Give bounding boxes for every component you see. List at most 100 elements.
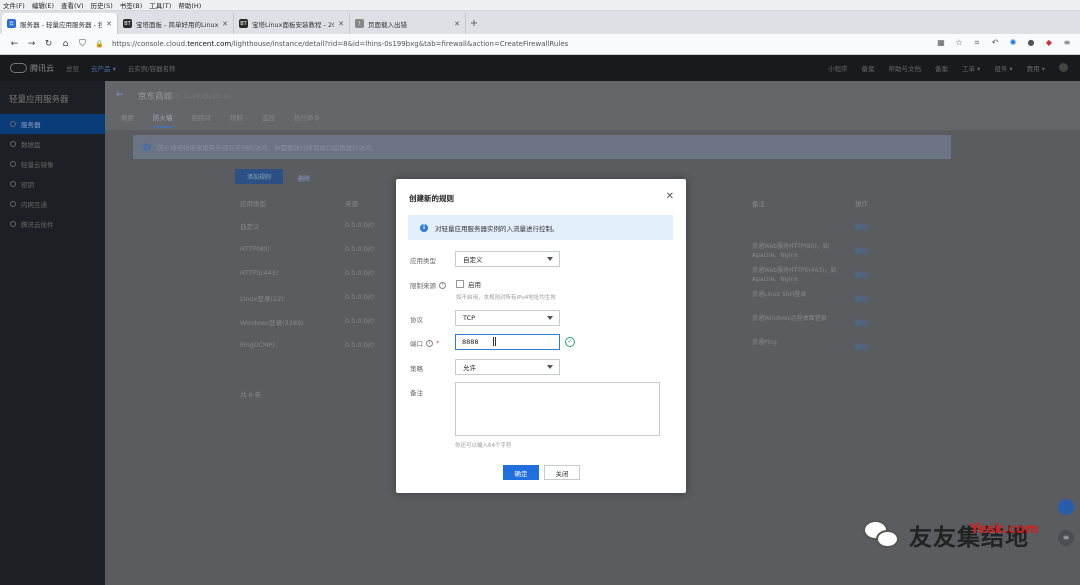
extension-icon[interactable]: ✺ [1008,38,1018,49]
table-row-note: 放通Ping [752,339,777,346]
table-header-cell: 应用类型 [240,200,266,208]
table-row-delete-link[interactable]: 删除 [855,245,868,255]
subtab[interactable]: 概要 [121,112,134,128]
topnav-right-item[interactable]: 备案 [861,63,874,73]
table-row-type: HTTP(80) [240,245,270,253]
delete-rule-button[interactable]: 删除 [298,174,310,183]
help-icon[interactable]: ? [426,339,433,347]
topnav-search[interactable]: 云实例/容器名称 [128,63,176,73]
source-hint: 如不启用，本规则对所有IPv4地址均生效 [456,295,556,301]
browser-tab[interactable]: BT 宝塔面板 - 简单好用的Linux/W ✕ [118,13,234,34]
sidebar-item-label: 密钥 [21,181,34,189]
sidebar-item-label: 数据盘 [21,141,41,149]
table-row-type: Windows登录(3389) [240,319,304,327]
crop-icon[interactable]: ⌗ [972,38,982,49]
cloud-icon [10,63,27,73]
close-icon[interactable]: ✕ [666,191,674,202]
table-header-cell: 操作 [855,200,868,208]
menu-item[interactable]: 工具(T) [149,0,171,10]
topnav-overview[interactable]: 总览 [66,63,79,73]
sidebar-item-icon [10,141,16,147]
browser-tab[interactable]: BT 宝塔Linux面板安装教程 - 2021 ✕ [234,13,350,34]
table-row-delete-link[interactable]: 删除 [855,317,868,327]
sidebar-item[interactable]: 腾讯云插件 [0,214,105,234]
star-icon[interactable]: ☆ [954,38,964,49]
enable-source-checkbox[interactable]: 启用 [456,279,481,289]
subtab[interactable]: 监控 [262,112,275,128]
sidebar-item[interactable]: 密钥 [0,174,105,194]
note-label: 备注 [410,389,423,397]
subtab[interactable]: 快照 [230,112,243,128]
sidebar-item[interactable]: 服务器 [0,114,105,134]
sidebar-title: 轻量应用服务器 [9,95,69,105]
topnav-right-item[interactable]: 备案 [935,63,948,73]
app-type-select[interactable]: 自定义 [455,251,560,267]
forward-icon[interactable]: → [23,39,40,49]
account-icon[interactable]: ● [1026,38,1036,49]
port-label: 端口? * [410,339,440,348]
menu-item[interactable]: 文件(F) [3,0,25,10]
subtab[interactable]: 防火墙 [153,112,173,128]
table-row-delete-link[interactable]: 删除 [855,341,868,351]
browser-tab[interactable]: 云服务器 - 轻量应用服务器 - 控制 ✕ [2,13,118,34]
new-tab-icon[interactable]: + [466,13,482,34]
menu-icon[interactable]: ≡ [1062,38,1072,49]
close-tab-icon[interactable]: ✕ [454,20,460,28]
back-icon[interactable]: ← [6,39,23,49]
back-arrow-icon[interactable]: ← [116,90,124,100]
add-rule-button[interactable]: 添加规则 [235,169,283,184]
menu-item[interactable]: 查看(V) [61,0,84,10]
app-type-label: 应用类型 [410,257,436,265]
topnav-right-item[interactable]: 帮助与文档 [888,63,921,73]
dialog-title: 创建新的规则 [409,194,454,203]
tab-title: 宝塔Linux面板安装教程 - 2021 [252,20,334,29]
topnav-right-item[interactable]: 工单 ▾ [962,63,980,73]
checkbox-box[interactable] [456,280,464,288]
sidebar-item[interactable]: 轻量云镜像 [0,154,105,174]
sidebar-item-icon [10,201,16,207]
tencent-cloud-logo[interactable]: 腾讯云 [10,63,54,74]
cancel-button[interactable]: 关闭 [544,465,580,480]
topnav-right-item[interactable]: 费用 ▾ [1027,63,1045,73]
port-input[interactable]: 8888 [455,334,560,350]
reload-icon[interactable]: ↻ [40,39,57,49]
avatar[interactable] [1059,63,1068,72]
table-row-delete-link[interactable]: 删除 [855,293,868,303]
shield-icon[interactable]: ⛉ [74,39,91,49]
help-icon[interactable]: ? [439,281,446,289]
undo-icon[interactable]: ↶ [990,38,1000,49]
close-tab-icon[interactable]: ✕ [222,20,228,28]
protocol-select[interactable]: TCP [455,310,560,326]
browser-tab[interactable]: ! 页面载入出错 ✕ [350,13,466,34]
table-row-delete-link[interactable]: 删除 [855,269,868,279]
dialog-info-banner: i 对轻量应用服务器实例的入流量进行控制。 [408,215,673,240]
menu-item[interactable]: 书签(B) [120,0,143,10]
chevron-down-icon [547,316,553,320]
browser-navbar: ← → ↻ ⌂ ⛉ 🔒 https://console.cloud.tencen… [0,34,1080,55]
chat-float-button[interactable] [1058,499,1074,515]
table-row-type: HTTPS(443) [240,269,279,277]
subtab[interactable]: 执行命令 [294,112,320,128]
close-tab-icon[interactable]: ✕ [106,20,112,28]
note-hint: 你还可以输入64个字符 [455,443,512,449]
menu-item[interactable]: 历史(S) [91,0,113,10]
menu-float-button[interactable]: ≡ [1058,530,1074,546]
sidebar-item[interactable]: 数据盘 [0,134,105,154]
table-row-delete-link[interactable]: 删除 [855,221,868,231]
menu-item[interactable]: 编辑(E) [32,0,54,10]
home-icon[interactable]: ⌂ [57,39,74,49]
subtab[interactable]: 密钥对 [192,112,212,128]
addon-icon[interactable]: ◆ [1044,38,1054,49]
sidebar-item[interactable]: 内网互通 [0,194,105,214]
topnav-products[interactable]: 云产品 ▾ [91,63,116,73]
confirm-button[interactable]: 确定 [503,465,539,480]
sidebar-item-label: 服务器 [21,121,41,129]
policy-select[interactable]: 允许 [455,359,560,375]
topnav-right-item[interactable]: 小程序 [828,63,848,73]
topnav-right-item[interactable]: 组件 ▾ [994,63,1012,73]
note-textarea[interactable] [455,382,660,436]
qr-icon[interactable]: ▦ [936,38,946,49]
menu-item[interactable]: 帮助(H) [178,0,201,10]
close-tab-icon[interactable]: ✕ [338,20,344,28]
address-bar[interactable]: https://console.cloud.tencent.com/lighth… [112,40,568,48]
